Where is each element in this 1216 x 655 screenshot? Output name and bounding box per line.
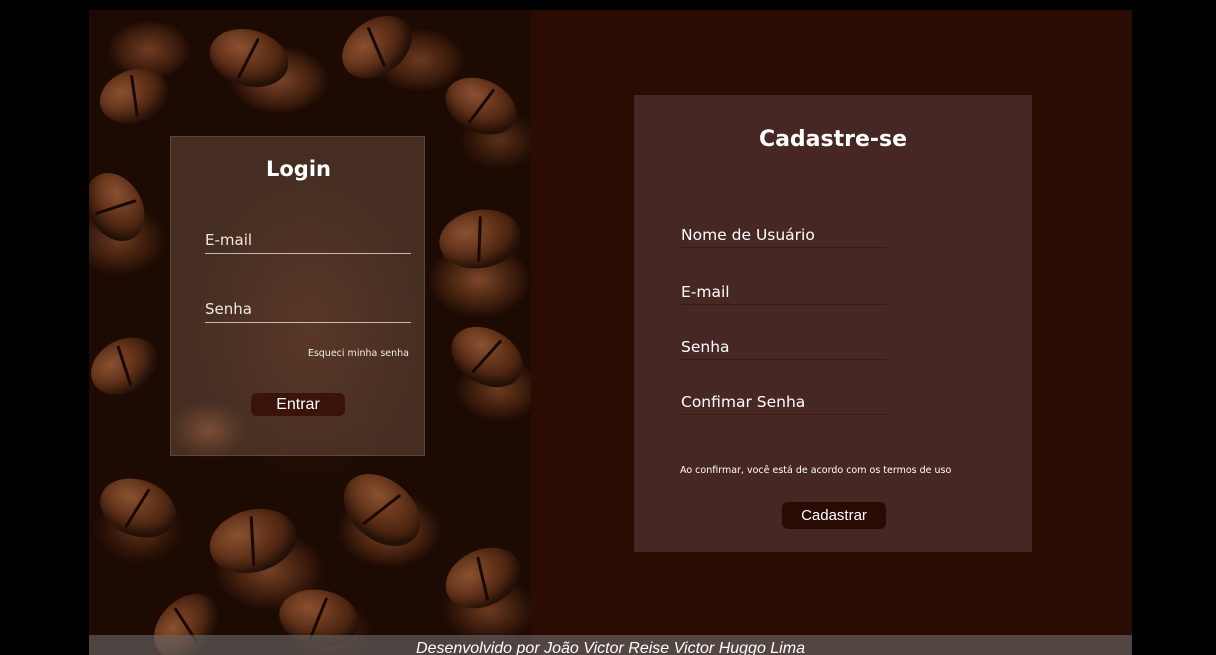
coffee-bean-image xyxy=(440,314,531,400)
login-title: Login xyxy=(266,157,331,181)
coffee-bean-image xyxy=(202,499,304,583)
terms-notice: Ao confirmar, você está de acordo com os… xyxy=(680,465,952,476)
footer-credit: Desenvolvido por João Victor Reise Victo… xyxy=(416,640,805,655)
register-email-field[interactable]: E-mail xyxy=(681,280,886,305)
forgot-password-link[interactable]: Esqueci minha senha xyxy=(308,348,409,359)
username-field[interactable]: Nome de Usuário xyxy=(681,223,886,248)
register-button[interactable]: Cadastrar xyxy=(782,502,886,529)
register-password-field[interactable]: Senha xyxy=(681,335,886,360)
footer: Desenvolvido por João Victor Reise Victo… xyxy=(89,635,1132,655)
register-panel: Cadastre-se Nome de Usuário E-mail Senha… xyxy=(531,10,1132,655)
coffee-bean-image xyxy=(436,66,526,146)
coffee-bean-image xyxy=(330,10,424,91)
login-password-field[interactable]: Senha xyxy=(205,297,411,323)
coffee-bean-image xyxy=(89,325,168,407)
page: Login E-mail Senha Esqueci minha senha E… xyxy=(0,0,1216,655)
register-title: Cadastre-se xyxy=(758,127,908,152)
confirm-password-field[interactable]: Confimar Senha xyxy=(681,390,886,415)
register-card: Cadastre-se Nome de Usuário E-mail Senha… xyxy=(634,95,1032,552)
coffee-bean-image xyxy=(92,59,176,133)
coffee-bean-image xyxy=(89,162,157,252)
login-card: Login E-mail Senha Esqueci minha senha E… xyxy=(170,136,425,456)
coffee-bean-image xyxy=(434,203,526,275)
login-button[interactable]: Entrar xyxy=(251,393,345,416)
coffee-bean-image xyxy=(435,536,531,620)
coffee-bean-image xyxy=(91,468,185,548)
coffee-bean-image xyxy=(203,20,295,96)
coffee-bean-image xyxy=(329,459,435,561)
login-email-field[interactable]: E-mail xyxy=(205,228,411,254)
